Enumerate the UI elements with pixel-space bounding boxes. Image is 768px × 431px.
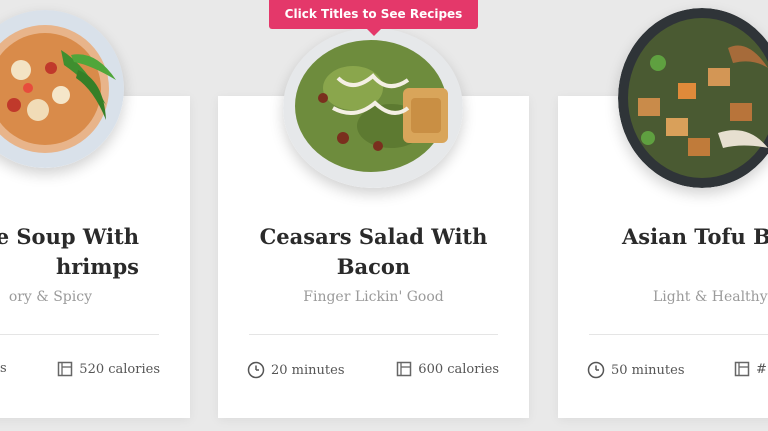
recipe-cards-stage: e Soup With hrimps ory & Spicy s 520 cal… xyxy=(0,0,768,431)
recipe-title[interactable]: Ceasars Salad With Bacon xyxy=(218,222,529,282)
time-value: 20 minutes xyxy=(271,362,345,378)
clock-icon xyxy=(587,361,605,379)
recipe-title[interactable]: Asian Tofu Bo xyxy=(622,222,768,252)
recipe-calories: # xyxy=(734,361,767,377)
recipe-subtitle: ory & Spicy xyxy=(8,289,92,305)
recipe-time: 20 minutes xyxy=(247,361,345,379)
recipe-subtitle: Finger Lickin' Good xyxy=(303,289,444,305)
calories-value: # xyxy=(756,361,767,377)
card-divider xyxy=(0,334,159,335)
calories-value: 600 calories xyxy=(418,361,499,377)
recipe-subtitle: Light & Healthy xyxy=(653,289,768,305)
recipe-calories: 520 calories xyxy=(57,361,160,377)
calories-icon xyxy=(734,361,750,377)
clock-icon xyxy=(247,361,265,379)
recipes-hint-tooltip: Click Titles to See Recipes xyxy=(269,0,478,36)
time-value: s xyxy=(0,361,7,376)
recipe-title[interactable]: e Soup With hrimps xyxy=(0,222,190,282)
time-value: 50 minutes xyxy=(611,362,685,378)
calories-icon xyxy=(58,361,73,377)
salad-dish-image xyxy=(283,28,463,188)
card-divider xyxy=(249,334,498,335)
calories-icon xyxy=(397,361,412,377)
recipe-calories: 600 calories xyxy=(396,361,499,377)
card-divider xyxy=(589,334,768,335)
calories-value: 520 calories xyxy=(79,361,160,377)
recipe-time: s xyxy=(0,361,7,376)
recipe-time: 50 minutes xyxy=(587,361,685,379)
